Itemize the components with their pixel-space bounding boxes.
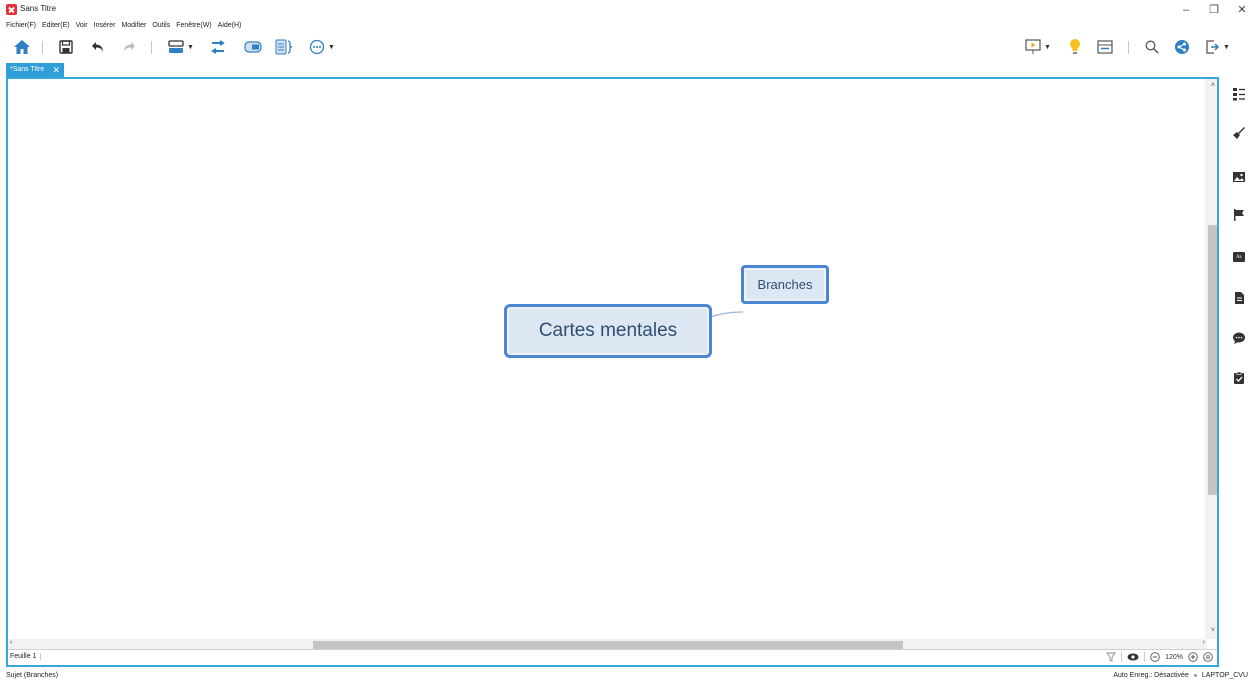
search-button[interactable] <box>1143 37 1161 57</box>
menu-outils[interactable]: Outils <box>152 20 170 32</box>
marker-flag-icon[interactable] <box>1232 208 1246 222</box>
menu-editer[interactable]: Editer(E) <box>42 20 70 32</box>
horizontal-scroll-thumb[interactable] <box>313 641 903 649</box>
chevron-down-icon: ▼ <box>328 43 335 51</box>
divider <box>1144 652 1146 662</box>
vertical-scrollbar[interactable]: ˄ ˅ <box>1205 79 1217 639</box>
title-bar: Sans Titre – ❐ ✕ <box>0 0 1256 20</box>
branch-topic[interactable]: Branches <box>741 265 829 304</box>
presentation-button[interactable]: ▼ <box>1023 37 1053 57</box>
central-topic-label: Cartes mentales <box>538 320 678 341</box>
horizontal-scrollbar[interactable]: ‹ › <box>8 639 1207 649</box>
idea-button[interactable] <box>1066 37 1084 57</box>
summary-button[interactable] <box>274 37 294 57</box>
vertical-scroll-thumb[interactable] <box>1208 225 1217 495</box>
autosave-status[interactable]: Auto Enreg.: Désactivée <box>1113 672 1189 679</box>
document-tab[interactable]: *Sans Titre ✕ <box>6 63 64 77</box>
selection-status: Sujet (Branches) <box>6 672 59 679</box>
tab-label: *Sans Titre <box>10 66 45 73</box>
chevron-down-icon: ▼ <box>1044 43 1051 51</box>
chevron-down-icon: ▼ <box>187 43 194 51</box>
label-icon[interactable]: Aa <box>1232 250 1246 264</box>
status-dot <box>1193 674 1197 677</box>
menu-modifier[interactable]: Modifier <box>121 20 146 32</box>
search-icon <box>1145 40 1159 54</box>
menu-voir[interactable]: Voir <box>76 20 88 32</box>
scroll-up-icon[interactable]: ˄ <box>1211 82 1215 89</box>
summary-icon <box>275 39 293 55</box>
undo-button[interactable] <box>89 37 107 57</box>
user-name: LAPTOP_CVU <box>1201 672 1248 679</box>
task-icon[interactable] <box>1232 371 1246 385</box>
chevron-down-icon: ▼ <box>1223 43 1230 51</box>
divider <box>1121 652 1123 662</box>
svg-text:Aa: Aa <box>1236 254 1242 259</box>
share-icon <box>1175 40 1189 54</box>
window-title: Sans Titre <box>20 4 57 13</box>
status-bar: Sujet (Branches) Auto Enreg.: Désactivée… <box>0 669 1256 684</box>
zoom-in-icon[interactable] <box>1188 652 1198 662</box>
zoom-level: 120% <box>1165 653 1183 661</box>
close-window-button[interactable]: ✕ <box>1228 2 1256 18</box>
share-button[interactable] <box>1173 37 1191 57</box>
comment-icon[interactable] <box>1232 331 1246 345</box>
zoom-out-icon[interactable] <box>1150 652 1160 662</box>
toolbar: ▼ ▼ ▼ ▼ <box>0 33 1256 61</box>
export-icon <box>1206 40 1220 54</box>
toolbar-separator <box>1128 41 1129 54</box>
menu-fichier[interactable]: Fichier(F) <box>6 20 36 32</box>
home-icon <box>14 40 30 54</box>
save-button[interactable] <box>57 37 75 57</box>
boundary-button[interactable] <box>243 37 263 57</box>
menu-inserer[interactable]: Insérer <box>94 20 116 32</box>
more-icon <box>309 39 325 55</box>
notes-icon[interactable] <box>1232 291 1246 305</box>
relationship-icon <box>211 40 225 54</box>
eye-icon[interactable] <box>1127 653 1139 661</box>
home-button[interactable] <box>12 37 32 57</box>
redo-button[interactable] <box>120 37 138 57</box>
menu-bar: Fichier(F) Editer(E) Voir Insérer Modifi… <box>6 20 241 32</box>
connector-layer <box>689 311 744 331</box>
outline-view-button[interactable] <box>1095 37 1115 57</box>
close-tab-icon[interactable]: ✕ <box>52 63 60 77</box>
image-icon[interactable] <box>1232 170 1246 184</box>
idea-icon <box>1070 39 1080 54</box>
map-canvas[interactable]: Cartes mentales Branches ˄ ˅ ‹ › Feuille… <box>6 77 1219 667</box>
save-icon <box>59 40 73 54</box>
boundary-icon <box>244 41 262 53</box>
minimize-button[interactable]: – <box>1172 2 1200 18</box>
sheet-tab[interactable]: Feuille 1 <box>10 653 42 660</box>
menu-aide[interactable]: Aide(H) <box>218 20 242 32</box>
presentation-icon <box>1025 39 1041 54</box>
toolbar-separator <box>151 41 152 54</box>
right-sidebar: Aa <box>1222 77 1256 667</box>
scroll-right-icon[interactable]: › <box>1203 639 1205 646</box>
sheet-bar: Feuille 1 120% <box>8 649 1217 665</box>
scroll-down-icon[interactable]: ˅ <box>1211 627 1215 634</box>
menu-fenetre[interactable]: Fenêtre(W) <box>176 20 211 32</box>
redo-icon <box>124 42 135 52</box>
central-topic[interactable]: Cartes mentales <box>504 304 712 358</box>
outline-icon[interactable] <box>1232 87 1246 101</box>
app-window: Sans Titre – ❐ ✕ Fichier(F) Editer(E) Vo… <box>0 0 1256 684</box>
app-logo-icon <box>6 4 17 15</box>
fit-map-icon[interactable] <box>1203 652 1213 662</box>
scroll-left-icon[interactable]: ‹ <box>10 639 12 646</box>
restore-button[interactable]: ❐ <box>1200 2 1228 18</box>
relationship-button[interactable] <box>208 37 228 57</box>
filter-icon[interactable] <box>1106 652 1116 662</box>
toolbar-separator <box>42 41 43 54</box>
zoom-controls: 120% <box>1106 652 1213 662</box>
undo-icon <box>92 42 103 52</box>
topic-icon <box>168 40 184 53</box>
format-brush-icon[interactable] <box>1232 126 1246 140</box>
outline-view-icon <box>1097 40 1113 54</box>
topic-button[interactable]: ▼ <box>166 37 196 57</box>
status-right: Auto Enreg.: Désactivée LAPTOP_CVU <box>1113 672 1248 679</box>
branch-topic-label: Branches <box>757 277 813 292</box>
export-button[interactable]: ▼ <box>1202 37 1232 57</box>
more-button[interactable]: ▼ <box>307 37 337 57</box>
